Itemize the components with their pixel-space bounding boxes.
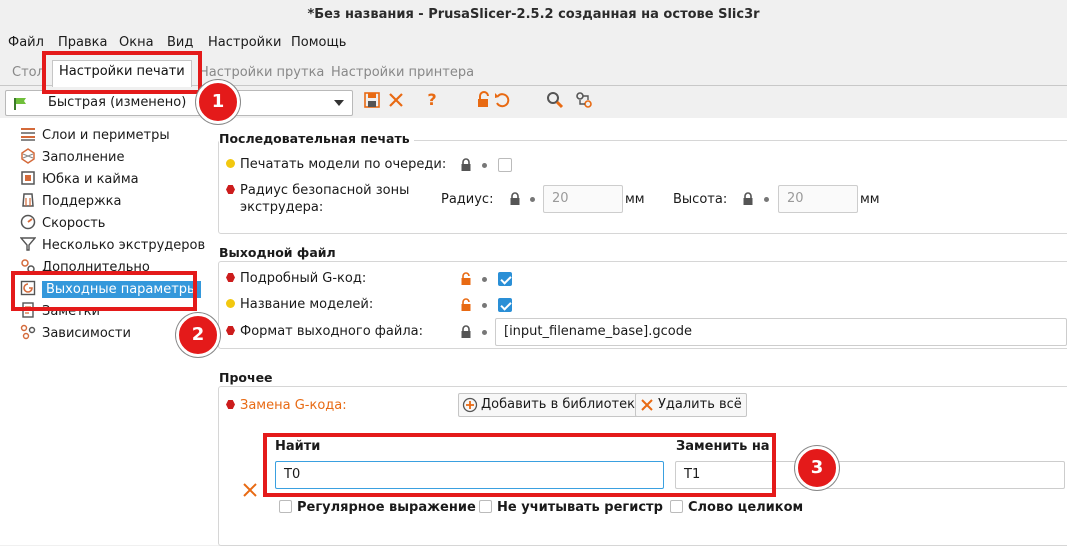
compare-icon[interactable] [574, 90, 594, 110]
label-objects-checkbox[interactable] [498, 298, 512, 312]
sequential-printing-title: Последовательная печать [219, 131, 414, 146]
complete-objects-label: Печатать модели по очереди: [226, 157, 446, 172]
window-title: *Без названия - PrusaSlicer-2.5.2 создан… [307, 7, 760, 22]
lock-icon[interactable] [509, 192, 521, 206]
sidebar-item-dependencies[interactable]: Зависимости [20, 324, 131, 344]
other-title: Прочее [219, 370, 277, 385]
radius-input[interactable]: 20 [543, 185, 623, 213]
sidebar-item-skirt-brim[interactable]: Юбка и кайма [20, 170, 139, 190]
unlock-icon[interactable] [474, 90, 494, 110]
verbose-gcode-label: Подробный G-код: [226, 271, 366, 286]
expert-mode-icon [226, 326, 235, 335]
funnel-icon [20, 237, 36, 251]
sidebar-item-support[interactable]: Поддержка [20, 192, 122, 212]
help-icon[interactable]: ? [422, 90, 442, 110]
preset-value: Быстрая (изменено) [48, 95, 187, 110]
reset-bullet-icon[interactable] [482, 163, 487, 168]
dependencies-icon [20, 324, 36, 340]
reset-bullet-icon[interactable] [482, 330, 487, 335]
layers-icon [21, 128, 35, 141]
lock-icon[interactable] [460, 325, 472, 339]
sidebar-item-speed[interactable]: Скорость [20, 214, 105, 234]
support-icon [22, 193, 34, 207]
simple-mode-icon [226, 159, 235, 168]
complete-objects-checkbox[interactable] [498, 158, 512, 172]
reset-bullet-icon[interactable] [530, 197, 535, 202]
height-input[interactable]: 20 [778, 185, 858, 213]
add-to-library-button[interactable]: Добавить в библиотеку [458, 393, 648, 417]
height-label: Высота: [673, 192, 728, 207]
reset-bullet-icon[interactable] [482, 303, 487, 308]
output-format-input[interactable]: [input_filename_base].gcode [495, 318, 1067, 346]
infill-icon [21, 148, 35, 164]
case-insensitive-checkbox[interactable]: Не учитывать регистр [479, 500, 663, 515]
reset-bullet-icon[interactable] [482, 277, 487, 282]
skirt-icon [21, 171, 35, 185]
speed-icon [20, 214, 36, 230]
menu-help[interactable]: Помощь [291, 32, 346, 54]
simple-mode-icon [226, 299, 235, 308]
highlight-box-2 [11, 271, 197, 311]
label-objects-label: Название моделей: [226, 297, 373, 312]
clearance-label: Радиус безопасной зоны [226, 183, 409, 198]
menu-settings[interactable]: Настройки [208, 32, 281, 54]
tab-printer-settings[interactable]: Настройки принтера [325, 62, 480, 86]
remove-substitution-icon[interactable] [242, 482, 258, 498]
unlock-icon[interactable] [460, 298, 472, 312]
whole-word-checkbox[interactable]: Слово целиком [670, 500, 803, 515]
sidebar-item-multiple-extruders[interactable]: Несколько экструдеров [20, 236, 205, 256]
chevron-down-icon[interactable] [334, 100, 344, 106]
height-unit: мм [860, 192, 880, 207]
reset-bullet-icon[interactable] [764, 197, 769, 202]
expert-mode-icon [226, 273, 235, 282]
gcode-substitutions-label: Замена G-кода: [226, 398, 347, 413]
highlight-box-1 [42, 51, 202, 94]
delete-preset-icon[interactable] [386, 90, 406, 110]
close-icon [641, 399, 653, 411]
add-icon [462, 397, 478, 413]
unlock-icon[interactable] [460, 272, 472, 286]
flag-icon [14, 98, 26, 110]
delete-all-button[interactable]: Удалить всё [635, 393, 747, 417]
radius-label: Радиус: [441, 192, 494, 207]
output-file-title: Выходной файл [219, 245, 340, 260]
save-icon[interactable] [362, 90, 382, 110]
lock-icon[interactable] [742, 192, 754, 206]
annotation-badge-2: 2 [176, 313, 220, 357]
annotation-badge-1: 1 [196, 80, 240, 124]
verbose-gcode-checkbox[interactable] [498, 272, 512, 286]
output-format-label: Формат выходного файла: [226, 324, 423, 339]
menu-file[interactable]: Файл [8, 32, 44, 54]
lock-icon[interactable] [460, 158, 472, 172]
search-icon[interactable] [545, 90, 565, 110]
expert-mode-icon [226, 185, 235, 194]
regex-checkbox[interactable]: Регулярное выражение [279, 500, 476, 515]
undo-icon[interactable] [492, 90, 512, 110]
clearance-label-line2: экструдера: [240, 200, 324, 215]
sidebar-item-layers[interactable]: Слои и периметры [20, 126, 170, 146]
highlight-box-3 [263, 433, 776, 497]
radius-unit: мм [625, 192, 645, 207]
expert-mode-icon [226, 400, 235, 409]
sidebar-item-infill[interactable]: Заполнение [20, 148, 125, 168]
annotation-badge-3: 3 [795, 446, 839, 490]
